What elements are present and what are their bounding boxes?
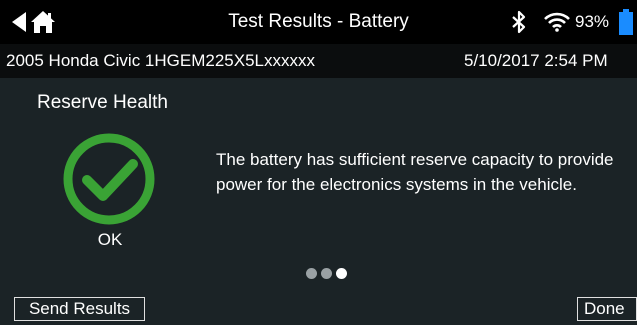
vehicle-info-bar: 2005 Honda Civic 1HGEM225X5Lxxxxxx 5/10/… [0, 44, 637, 78]
status-label: OK [97, 230, 123, 249]
page-dot[interactable] [321, 268, 332, 279]
page-title: Test Results - Battery [228, 11, 409, 32]
page-dot-active[interactable] [336, 268, 347, 279]
send-results-button[interactable]: Send Results [14, 297, 145, 321]
checkmark-icon [63, 133, 155, 225]
wifi-icon [544, 12, 570, 32]
top-bar: Test Results - Battery 93% [0, 0, 637, 44]
vehicle-description: 2005 Honda Civic 1HGEM225X5Lxxxxxx [6, 51, 315, 70]
bluetooth-icon [512, 10, 526, 34]
test-datetime: 5/10/2017 2:54 PM [464, 51, 608, 70]
battery-icon [619, 9, 633, 35]
battery-percent: 93% [575, 12, 610, 31]
page-dot[interactable] [306, 268, 317, 279]
page-indicator [306, 268, 347, 280]
section-title: Reserve Health [37, 92, 168, 113]
done-button[interactable]: Done [577, 297, 637, 321]
result-message: The battery has sufficient reserve capac… [216, 150, 614, 194]
